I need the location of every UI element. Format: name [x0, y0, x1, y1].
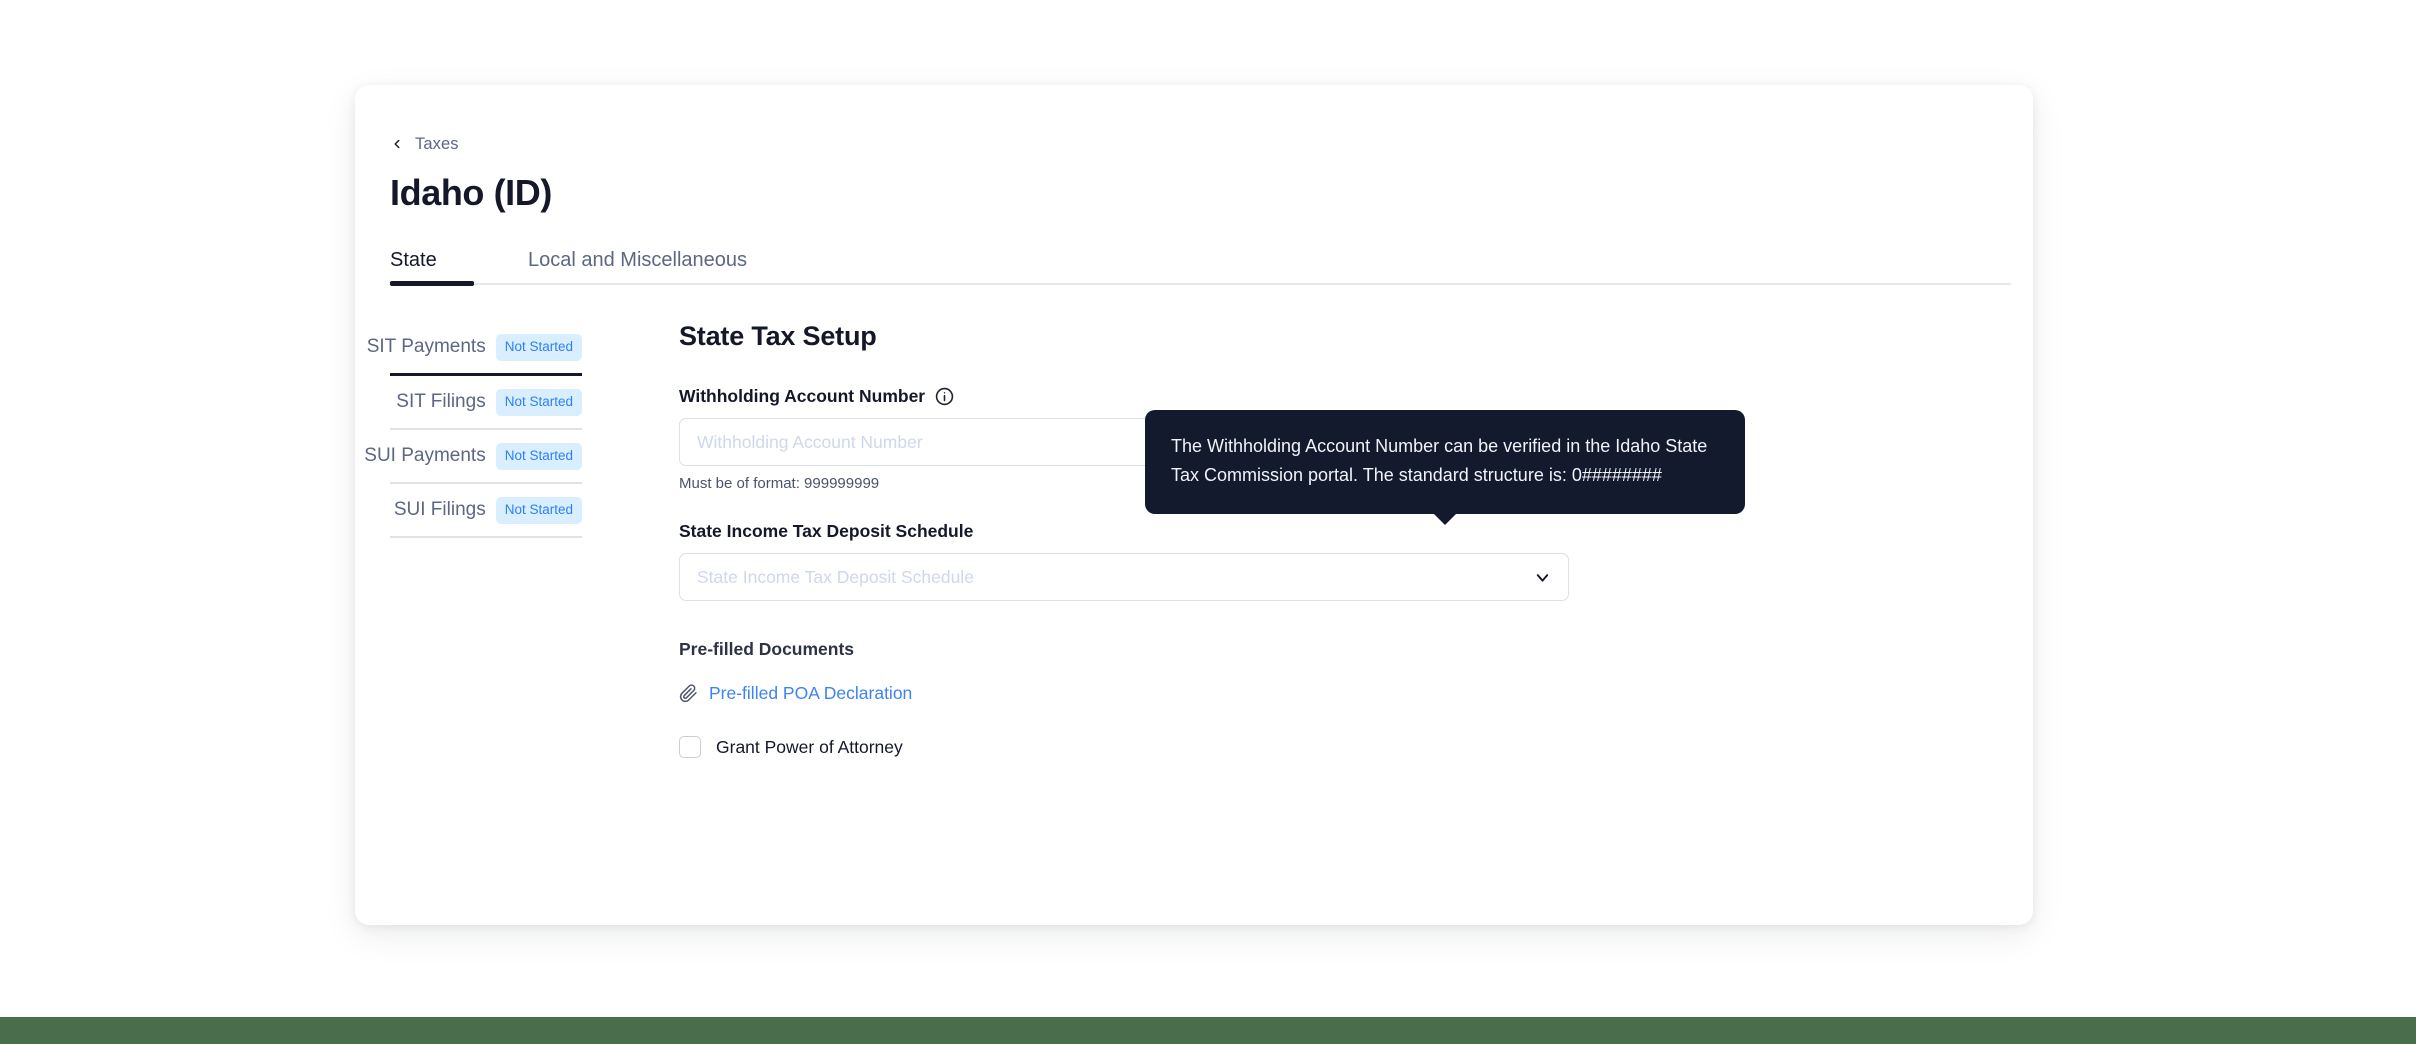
content-area: SIT Payments Not Started SIT Filings Not… [364, 321, 2033, 759]
pre-filled-poa-row: Pre-filled POA Declaration [679, 683, 1579, 704]
pre-filled-poa-declaration-link[interactable]: Pre-filled POA Declaration [709, 683, 912, 704]
tab-bar: State Local and Miscellaneous [390, 245, 2033, 299]
breadcrumb[interactable]: Taxes [390, 133, 2033, 155]
sidebar-item-sit-filings[interactable]: SIT Filings Not Started [390, 376, 582, 428]
sidebar-item-label: SIT Filings [396, 391, 486, 413]
breadcrumb-label[interactable]: Taxes [415, 135, 459, 154]
tab-local-and-miscellaneous[interactable]: Local and Miscellaneous [528, 245, 747, 275]
withholding-account-number-tooltip: The Withholding Account Number can be ve… [1145, 410, 1745, 526]
grant-power-of-attorney-row: Grant Power of Attorney [679, 736, 1579, 759]
page-title: Idaho (ID) [390, 172, 552, 213]
pre-filled-documents-heading: Pre-filled Documents [679, 639, 855, 660]
sidebar-item-label: SUI Payments [364, 445, 486, 467]
grant-power-of-attorney-label[interactable]: Grant Power of Attorney [716, 737, 903, 758]
status-badge: Not Started [495, 497, 582, 524]
status-badge: Not Started [495, 389, 582, 416]
deposit-schedule-placeholder: State Income Tax Deposit Schedule [697, 566, 974, 587]
field-label-row: Withholding Account Number [679, 386, 1579, 407]
withholding-account-number-label: Withholding Account Number [679, 386, 926, 407]
sidebar-divider [390, 536, 582, 539]
sidebar-item-sui-payments[interactable]: SUI Payments Not Started [364, 430, 582, 482]
card-inner: Taxes Idaho (ID) State Local and Miscell… [355, 85, 2033, 925]
tab-state[interactable]: State [390, 245, 480, 275]
deposit-schedule-select[interactable]: State Income Tax Deposit Schedule [679, 553, 1569, 602]
state-tax-card: Taxes Idaho (ID) State Local and Miscell… [355, 85, 2033, 925]
bottom-green-strip [0, 1017, 2416, 1044]
tab-active-indicator [390, 281, 474, 287]
grant-power-of-attorney-checkbox[interactable] [679, 736, 701, 759]
tab-underline-track [390, 283, 2011, 286]
paperclip-icon [679, 684, 698, 703]
tooltip-text: The Withholding Account Number can be ve… [1171, 436, 1708, 486]
status-badge: Not Started [495, 334, 582, 361]
sidebar-item-label: SIT Payments [366, 336, 486, 358]
field-state-income-tax-deposit-schedule: State Income Tax Deposit Schedule State … [679, 521, 1579, 602]
section-heading: State Tax Setup [679, 321, 877, 352]
sidebar-item-sui-filings[interactable]: SUI Filings Not Started [390, 484, 582, 536]
sidebar-item-sit-payments[interactable]: SIT Payments Not Started [367, 321, 582, 373]
info-circle-icon[interactable] [935, 387, 954, 406]
deposit-schedule-select-wrap: State Income Tax Deposit Schedule [679, 553, 1569, 602]
form-column: State Tax Setup Withholding Account Numb… [679, 321, 1579, 759]
sidebar-item-label: SUI Filings [393, 499, 486, 521]
tax-category-sidebar: SIT Payments Not Started SIT Filings Not… [364, 321, 582, 758]
tab-row: State Local and Miscellaneous [390, 245, 2033, 285]
deposit-schedule-label: State Income Tax Deposit Schedule [679, 521, 974, 542]
tooltip-arrow [1433, 513, 1457, 526]
chevron-left-icon[interactable] [390, 137, 404, 151]
status-badge: Not Started [495, 443, 582, 470]
